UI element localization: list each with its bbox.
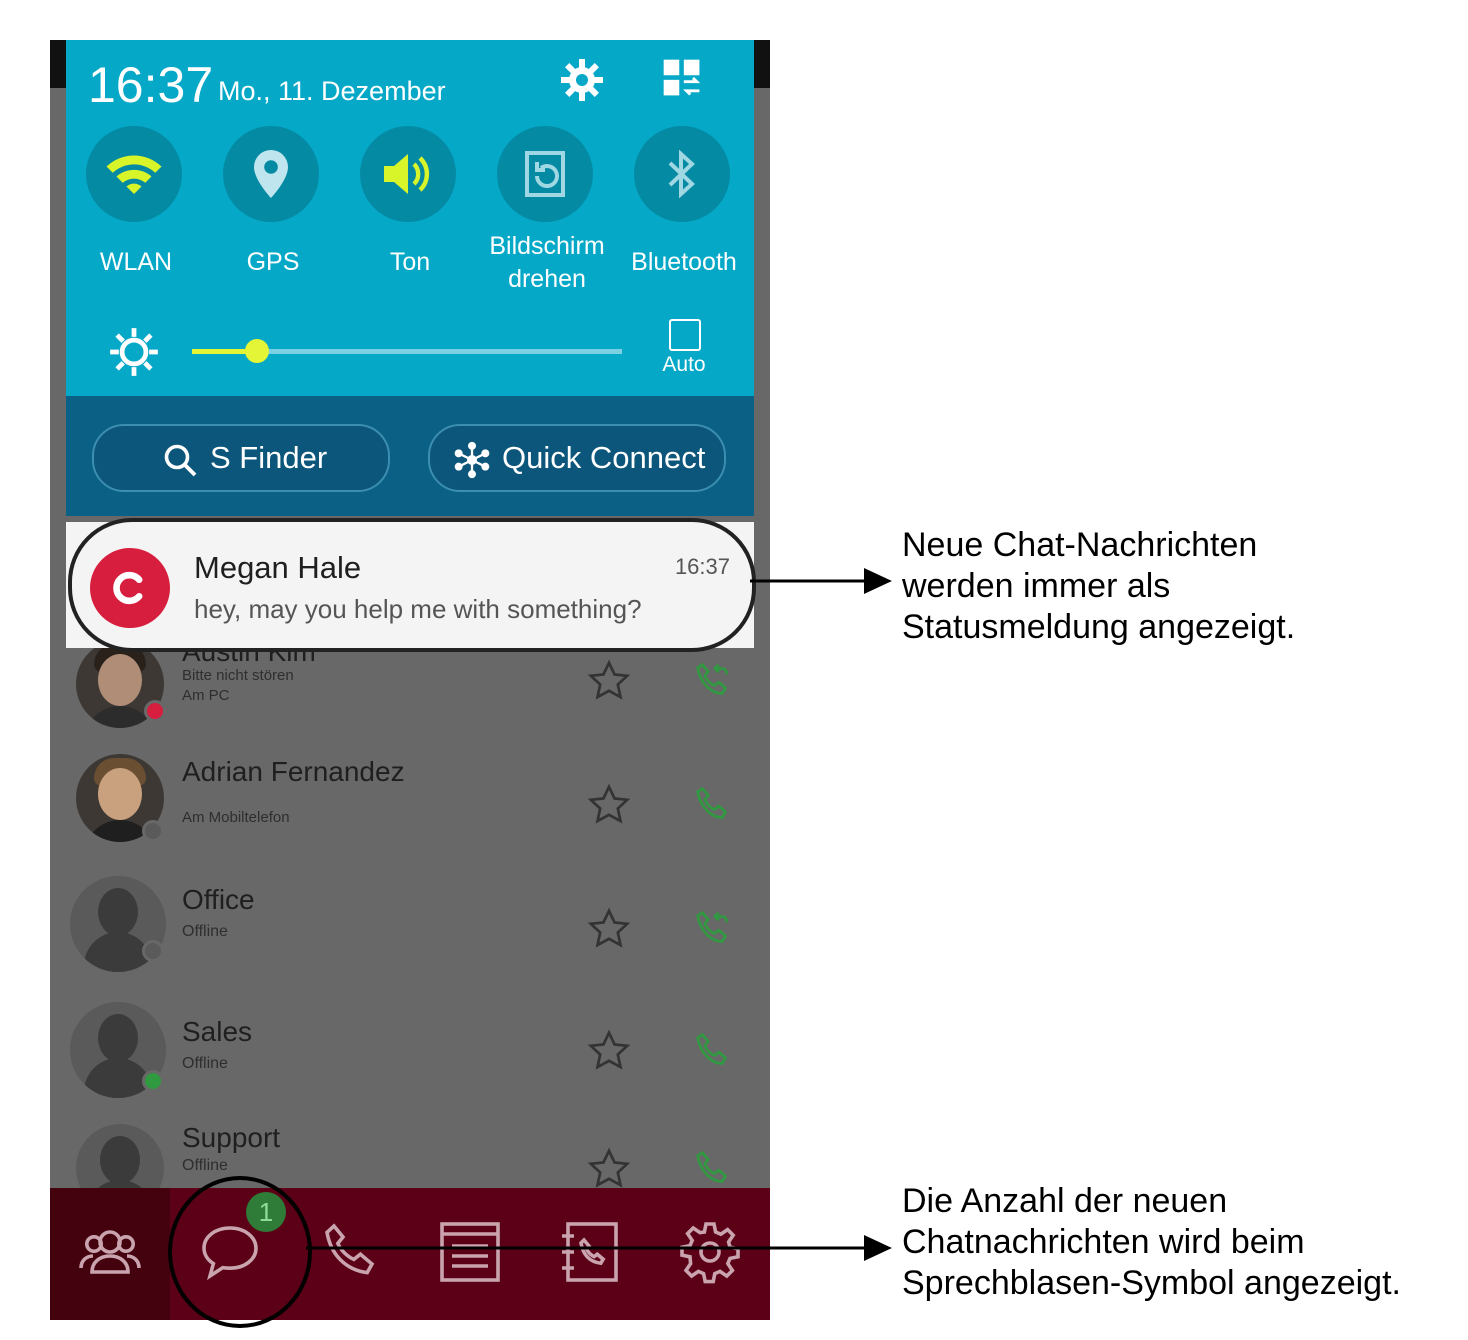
note1-line: Neue Chat-Nachrichten: [902, 526, 1258, 564]
note1-line: werden immer als: [902, 567, 1171, 605]
annotation-badge-note: Die Anzahl der neuen Chatnachrichten wir…: [902, 1181, 1401, 1304]
annotation-notification-note: Neue Chat-Nachrichten werden immer als S…: [902, 525, 1295, 648]
note2-line: Sprechblasen-Symbol angezeigt.: [902, 1264, 1401, 1302]
note2-line: Chatnachrichten wird beim: [902, 1223, 1305, 1261]
note2-line: Die Anzahl der neuen: [902, 1182, 1228, 1220]
note1-line: Statusmeldung angezeigt.: [902, 608, 1296, 646]
arrow-head-1: [864, 568, 892, 594]
arrow-head-2: [864, 1235, 892, 1261]
annotation-arrows: [306, 568, 892, 1261]
